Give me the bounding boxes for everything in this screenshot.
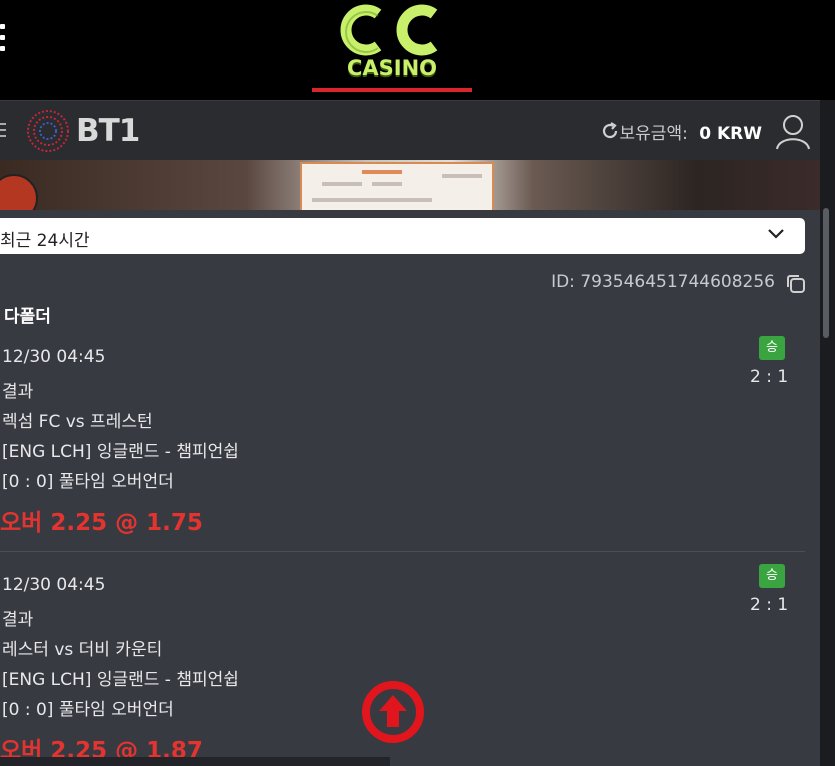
bet-date: 12/30 04:45 [2,575,106,595]
logo-underline [312,88,472,92]
win-badge: 승 [759,564,785,588]
bet-league: [ENG LCH] 잉글랜드 - 챔피언쉽 [2,670,239,690]
bt1-logo[interactable]: BT1 [24,109,154,153]
bet-score: 2 : 1 [750,367,789,387]
bet-type-title: 다폴더 [4,307,51,327]
promo-banner[interactable] [0,160,820,210]
win-badge: 승 [759,336,785,360]
bet-id: ID: 793546451744608256 [551,272,775,292]
bet-match: 렉섬 FC vs 프레스턴 [2,412,153,432]
bet-divider [0,551,805,552]
bet-score: 2 : 1 [750,595,789,615]
scrollbar[interactable] [820,100,835,766]
balance-value: 0 KRW [699,124,762,144]
balance-display: 보유금액: 0 KRW [620,119,762,144]
hamburger-icon[interactable] [0,123,6,141]
copy-icon[interactable] [785,273,807,295]
menu-icon[interactable] [0,24,6,57]
scrollbar-thumb[interactable] [823,208,829,338]
balance-label: 보유금액: [619,124,688,144]
globe-icon [27,110,69,152]
bt1-logo-text: BT1 [76,113,140,149]
bet-date: 12/30 04:45 [2,347,106,367]
top-bar: CASINO [0,0,835,92]
bet-result-label: 결과 [2,610,34,630]
cc-logo-icon [340,4,438,56]
period-select-value: 최근 24시간 [0,231,90,251]
chevron-down-icon [768,229,784,239]
scroll-top-button[interactable] [361,680,425,744]
bet-league: [ENG LCH] 잉글랜드 - 챔피언쉽 [2,442,239,462]
bottom-strip [0,757,390,766]
casino-logo-text: CASINO [346,56,438,80]
refresh-icon[interactable] [600,121,620,141]
arrow-up-icon [379,695,407,727]
bet-market: [0 : 0] 풀타임 오버언더 [2,700,174,720]
banner-form-image [300,162,494,210]
period-select[interactable]: 최근 24시간 [0,218,805,254]
casino-logo[interactable]: CASINO [312,0,472,92]
site-header: BT1 보유금액: 0 KRW [0,100,820,161]
basketball-image [0,174,38,210]
bet-market: [0 : 0] 풀타임 오버언더 [2,472,174,492]
bet-pick: 오버 2.25 @ 1.75 [0,510,203,536]
user-icon[interactable] [774,111,812,151]
bet-result-label: 결과 [2,382,34,402]
bet-match: 레스터 vs 더비 카운티 [2,640,163,660]
